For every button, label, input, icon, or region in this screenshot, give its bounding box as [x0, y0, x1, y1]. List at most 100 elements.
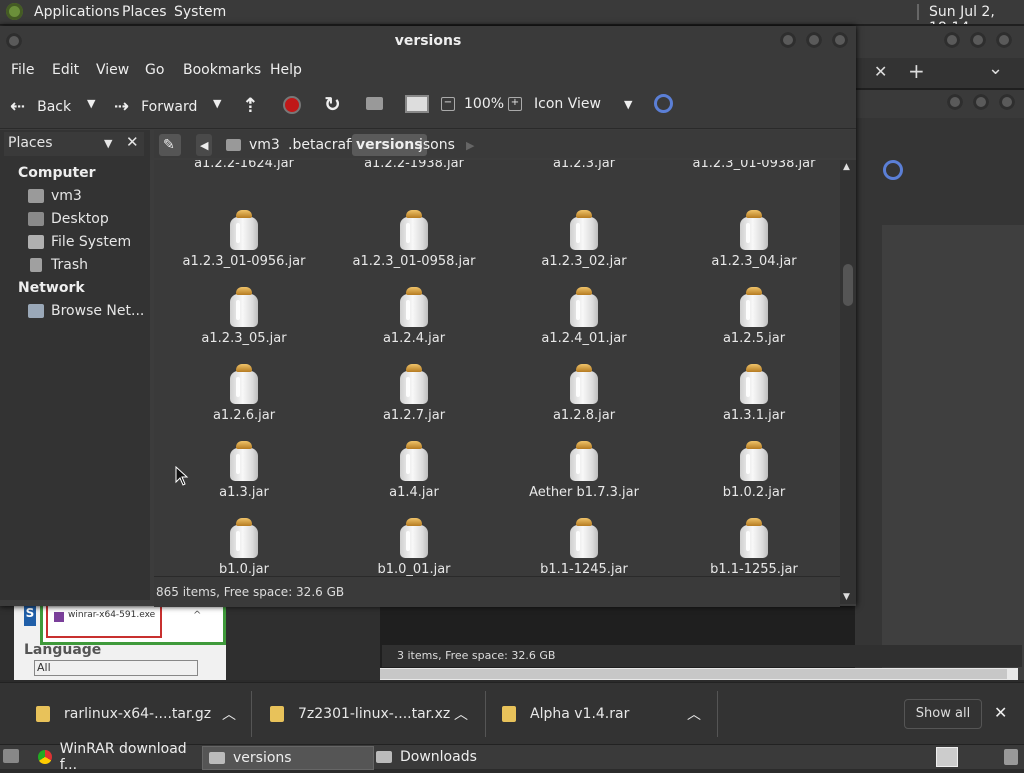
breadcrumb-jsons[interactable]: jsons — [415, 134, 459, 156]
side-pane-selector[interactable]: Places ▼ — [4, 132, 144, 156]
file-item[interactable]: a1.2.3.jar — [499, 160, 669, 171]
maximize-button[interactable] — [806, 32, 822, 48]
file-item[interactable]: b1.0.2.jar — [669, 441, 839, 500]
task-versions[interactable]: versions — [202, 746, 374, 770]
task-downloads[interactable]: Downloads — [370, 746, 546, 768]
menu-bookmarks[interactable]: Bookmarks — [183, 62, 261, 78]
back-history-chevron-icon[interactable]: ▼ — [87, 97, 95, 110]
breadcrumb-vm3[interactable]: vm3 — [222, 134, 284, 156]
zoom-in-icon[interactable]: + — [508, 97, 522, 111]
applications-menu[interactable]: Applications — [34, 4, 120, 20]
file-item[interactable]: a1.2.3_01-0958.jar — [329, 210, 499, 269]
file-item[interactable]: b1.0_01.jar — [329, 518, 499, 576]
menu-view[interactable]: View — [96, 62, 129, 78]
zoom-level[interactable]: 100% — [464, 96, 504, 112]
chevron-up-icon[interactable]: ︿ — [687, 704, 701, 724]
toolbar: ⇠ Back ▼ ⇢ Forward ▼ ⇡ ↻ − 100% + Icon V… — [0, 84, 856, 129]
file-item[interactable]: a1.2.4.jar — [329, 287, 499, 346]
file-name: b1.1-1245.jar — [540, 562, 628, 576]
menu-go[interactable]: Go — [145, 62, 164, 78]
search-icon[interactable] — [654, 94, 673, 113]
bg-search-icon[interactable] — [883, 160, 903, 180]
back-button[interactable]: ⇠ Back — [10, 96, 71, 117]
file-item[interactable]: a1.2.2-1938.jar — [329, 160, 499, 171]
breadcrumb-betacraft[interactable]: .betacraft — [284, 134, 360, 156]
chevron-down-icon: ▼ — [624, 97, 633, 111]
chevron-up-icon[interactable]: ︿ — [454, 704, 468, 724]
places-menu[interactable]: Places — [122, 4, 167, 20]
file-name: a1.2.2-1624.jar — [194, 160, 294, 171]
system-menu[interactable]: System — [174, 4, 226, 20]
sidebar-item-browse-network[interactable]: Browse Net... — [28, 303, 144, 319]
side-pane-close-icon[interactable]: ✕ — [126, 133, 139, 151]
bg-minimize-button[interactable] — [944, 32, 960, 48]
menu-file[interactable]: File — [11, 62, 34, 78]
file-item[interactable]: a1.2.4_01.jar — [499, 287, 669, 346]
sidebar-item-label: Trash — [51, 257, 88, 273]
trash-applet-icon[interactable] — [1004, 749, 1018, 765]
window-titlebar[interactable]: versions — [0, 26, 856, 56]
file-item[interactable]: a1.4.jar — [329, 441, 499, 500]
path-right-arrow-icon[interactable]: ▶ — [462, 134, 478, 156]
bg-close-button[interactable] — [996, 32, 1012, 48]
forward-button[interactable]: ⇢ Forward — [114, 96, 197, 117]
task-winrar-browser[interactable]: WinRAR download f... — [32, 741, 206, 773]
file-item[interactable]: b1.1-1245.jar — [499, 518, 669, 576]
up-arrow-icon[interactable]: ⇡ — [242, 93, 259, 117]
file-item[interactable]: a1.2.8.jar — [499, 364, 669, 423]
download-chevron-icon[interactable]: ^ — [193, 610, 201, 621]
menu-help[interactable]: Help — [270, 62, 302, 78]
computer-icon[interactable] — [405, 95, 429, 113]
menu-edit[interactable]: Edit — [52, 62, 79, 78]
file-item[interactable]: a1.2.7.jar — [329, 364, 499, 423]
bg2-maximize-button[interactable] — [973, 94, 989, 110]
distro-logo-icon[interactable] — [6, 3, 23, 20]
downloads-close-icon[interactable]: ✕ — [994, 703, 1007, 722]
close-button[interactable] — [832, 32, 848, 48]
edit-location-icon[interactable]: ✎ — [159, 134, 181, 156]
chevron-up-icon[interactable]: ︿ — [222, 704, 236, 724]
download-item-rarlinux[interactable]: rarlinux-x64-....tar.gz ︿ — [36, 683, 246, 745]
zoom-out-icon[interactable]: − — [441, 97, 455, 111]
file-item[interactable]: a1.2.3_01-0956.jar — [159, 210, 329, 269]
file-item[interactable]: b1.0.jar — [159, 518, 329, 576]
minimize-button[interactable] — [780, 32, 796, 48]
scroll-thumb[interactable] — [843, 264, 853, 306]
file-item[interactable]: a1.2.2-1624.jar — [159, 160, 329, 171]
forward-history-chevron-icon[interactable]: ▼ — [213, 97, 221, 110]
download-file-name[interactable]: winrar-x64-591.exe — [68, 610, 155, 620]
bg2-minimize-button[interactable] — [947, 94, 963, 110]
language-select[interactable]: All — [34, 660, 198, 676]
tab-close-icon[interactable]: ✕ — [874, 62, 887, 81]
stop-icon[interactable] — [283, 96, 301, 114]
show-all-button[interactable]: Show all — [904, 699, 982, 729]
bg2-close-button[interactable] — [999, 94, 1015, 110]
home-icon[interactable] — [366, 97, 383, 110]
path-left-arrow-icon[interactable]: ◀ — [196, 134, 213, 156]
view-mode-select[interactable]: Icon View ▼ — [534, 96, 640, 112]
file-item[interactable]: a1.2.3_01-0938.jar — [669, 160, 839, 171]
scroll-up-icon[interactable]: ▲ — [843, 162, 850, 172]
sidebar-item-trash[interactable]: Trash — [28, 257, 88, 273]
bg-maximize-button[interactable] — [970, 32, 986, 48]
download-item-alpha[interactable]: Alpha v1.4.rar ︿ — [502, 683, 712, 745]
file-item[interactable]: a1.2.3_02.jar — [499, 210, 669, 269]
file-item[interactable]: Aether b1.7.3.jar — [499, 441, 669, 500]
file-item[interactable]: a1.2.6.jar — [159, 364, 329, 423]
file-item[interactable]: a1.2.3_04.jar — [669, 210, 839, 269]
workspace-switcher-icon[interactable] — [936, 747, 958, 767]
vertical-scrollbar[interactable]: ▲ ▼ — [840, 160, 856, 604]
reload-icon[interactable]: ↻ — [324, 92, 341, 116]
file-item[interactable]: b1.1-1255.jar — [669, 518, 839, 576]
file-item[interactable]: a1.3.1.jar — [669, 364, 839, 423]
sidebar-item-file-system[interactable]: File System — [28, 234, 131, 250]
new-tab-icon[interactable]: + — [908, 59, 925, 83]
tab-list-chevron-icon[interactable]: ⌄ — [988, 58, 1003, 79]
scroll-down-icon[interactable]: ▼ — [843, 592, 850, 602]
show-desktop-icon[interactable] — [3, 749, 19, 763]
file-item[interactable]: a1.2.5.jar — [669, 287, 839, 346]
sidebar-item-vm3[interactable]: vm3 — [28, 188, 82, 204]
file-item[interactable]: a1.2.3_05.jar — [159, 287, 329, 346]
download-item-7z[interactable]: 7z2301-linux-....tar.xz ︿ — [270, 683, 480, 745]
sidebar-item-desktop[interactable]: Desktop — [28, 211, 109, 227]
